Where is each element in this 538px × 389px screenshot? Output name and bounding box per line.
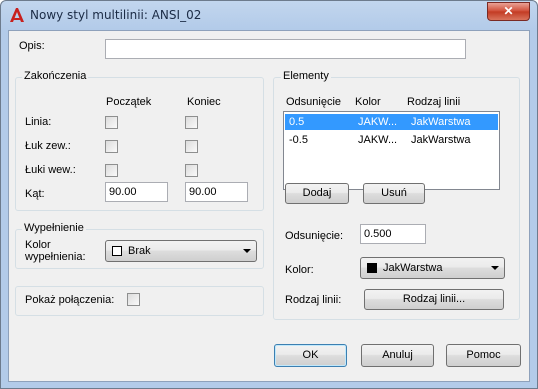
elements-list[interactable]: 0.5 JAKW... JakWarstwa -0.5 JAKW... JakW… <box>283 111 500 190</box>
cancel-button[interactable]: Anuluj <box>361 344 434 367</box>
list-item[interactable]: 0.5 JAKW... JakWarstwa <box>285 114 498 130</box>
close-button[interactable]: ✕ <box>487 2 530 21</box>
fill-group-label: Wypełnienie <box>22 222 86 234</box>
autocad-app-icon <box>10 8 24 22</box>
add-element-button[interactable]: Dodaj <box>285 183 349 204</box>
list-item-linetype: JakWarstwa <box>411 116 471 128</box>
delete-element-button[interactable]: Usuń <box>363 183 425 204</box>
help-button[interactable]: Pomoc <box>446 344 521 367</box>
caps-angle-end-input[interactable]: 90.00 <box>185 182 248 202</box>
caps-angle-start-input[interactable]: 90.00 <box>105 182 168 202</box>
fill-color-label-line1: Kolor <box>25 239 51 251</box>
list-item-color: JAKW... <box>358 134 398 146</box>
list-item-color: JAKW... <box>358 116 398 128</box>
close-icon: ✕ <box>503 4 514 18</box>
element-offset-input[interactable]: 0.500 <box>360 224 426 244</box>
caps-col-start: Początek <box>106 96 152 108</box>
caps-col-end: Koniec <box>187 96 221 108</box>
caps-angle-label: Kąt: <box>25 188 45 200</box>
show-joints-label: Pokaż połączenia: <box>25 294 115 306</box>
caps-line-start-checkbox[interactable] <box>105 116 118 129</box>
show-joints-checkbox[interactable] <box>127 293 140 306</box>
caps-outer-arc-end-checkbox[interactable] <box>185 140 198 153</box>
dialog-client-area: Opis: Zakończenia Początek Koniec Linia:… <box>8 30 530 382</box>
list-item[interactable]: -0.5 JAKW... JakWarstwa <box>285 132 498 148</box>
element-color-value: JakWarstwa <box>383 262 443 274</box>
ok-button[interactable]: OK <box>274 344 347 367</box>
elements-group-label: Elementy <box>281 70 331 82</box>
caps-inner-arcs-label: Łuki wew.: <box>25 164 76 176</box>
element-offset-label: Odsunięcie: <box>285 230 344 242</box>
list-item-offset: 0.5 <box>289 116 305 128</box>
title-bar[interactable]: Nowy styl multilinii: ANSI_02 ✕ <box>1 1 537 30</box>
element-color-dropdown[interactable]: JakWarstwa <box>360 257 505 279</box>
caps-outer-arc-label: Łuk zew.: <box>25 140 71 152</box>
fill-color-value: Brak <box>128 245 151 257</box>
list-item-linetype: JakWarstwa <box>411 134 471 146</box>
element-linetype-label: Rodzaj linii: <box>285 294 342 306</box>
caps-inner-arcs-start-checkbox[interactable] <box>105 164 118 177</box>
caps-line-end-checkbox[interactable] <box>185 116 198 129</box>
caps-line-label: Linia: <box>25 116 52 128</box>
fill-color-label-line2: wypełnienia: <box>25 251 86 263</box>
caps-group-label: Zakończenia <box>22 70 89 82</box>
description-input[interactable] <box>105 39 466 59</box>
elements-header-linetype: Rodzaj linii <box>407 96 461 108</box>
description-label: Opis: <box>19 40 45 52</box>
element-linetype-button[interactable]: Rodzaj linii... <box>364 289 504 310</box>
caps-outer-arc-start-checkbox[interactable] <box>105 140 118 153</box>
fill-color-dropdown[interactable]: Brak <box>105 240 257 262</box>
elements-header-color: Kolor <box>355 96 381 108</box>
element-color-swatch <box>367 263 377 273</box>
chevron-down-icon <box>491 266 499 270</box>
list-item-offset: -0.5 <box>289 134 308 146</box>
caps-inner-arcs-end-checkbox[interactable] <box>185 164 198 177</box>
dialog-window: Nowy styl multilinii: ANSI_02 ✕ Opis: Za… <box>0 0 538 389</box>
window-title: Nowy styl multilinii: ANSI_02 <box>30 8 202 22</box>
element-color-label: Kolor: <box>285 264 314 276</box>
fill-color-swatch <box>112 246 122 256</box>
chevron-down-icon <box>243 249 251 253</box>
elements-header-offset: Odsunięcie <box>286 96 342 108</box>
